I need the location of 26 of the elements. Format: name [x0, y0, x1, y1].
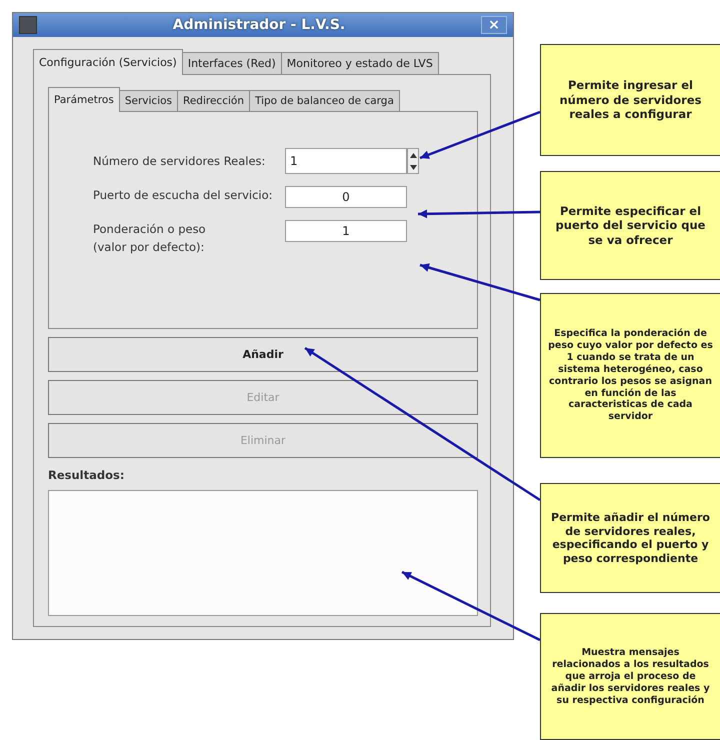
field-label: Puerto de escucha del servicio:: [93, 187, 274, 204]
number-field[interactable]: 1: [285, 148, 407, 174]
window-title: Administrador - L.V.S.: [172, 17, 346, 33]
tab[interactable]: Tipo de balanceo de carga: [248, 90, 400, 112]
results-area[interactable]: [48, 490, 478, 616]
tab[interactable]: Redirección: [177, 90, 250, 112]
app-icon: [19, 16, 37, 34]
input-field[interactable]: 0: [285, 186, 407, 208]
tab[interactable]: Configuración (Servicios): [33, 49, 183, 75]
callout-note: Permite especificar el puerto del servicio que se va ofrecer: [540, 170, 720, 280]
field-label: Ponderación o peso (valor por defecto):: [93, 221, 207, 256]
callout-note: Especifica la ponderación de peso cuyo valor por defecto es 1 cuando se trata de un sistema heterogéneo, caso contrario los pesos se asignan en función de las caracteristicas de cada servidor: [540, 293, 720, 458]
close-button[interactable]: ×: [481, 16, 507, 34]
field-label: Número de servidores Reales:: [93, 153, 266, 170]
tab[interactable]: Monitoreo y estado de LVS: [280, 52, 439, 75]
tab[interactable]: Interfaces (Red): [182, 52, 282, 75]
tab[interactable]: Parámetros: [48, 87, 120, 112]
spin-down-icon[interactable]: [408, 161, 418, 173]
tab[interactable]: Servicios: [118, 90, 178, 112]
action-button[interactable]: Añadir: [48, 337, 478, 372]
callout-note: Permite añadir el número de servidores reales, especificando el puerto y peso correspondiente: [540, 483, 720, 594]
results-label: Resultados:: [48, 468, 126, 482]
callout-note: Muestra mensajes relacionados a los resultados que arroja el proceso de añadir los servidores reales y su respectiva configuración: [540, 613, 720, 740]
callout-note: Permite ingresar el número de servidores reales a configurar: [540, 44, 720, 156]
spin-up-icon[interactable]: [408, 149, 418, 161]
input-field[interactable]: 1: [285, 220, 407, 242]
